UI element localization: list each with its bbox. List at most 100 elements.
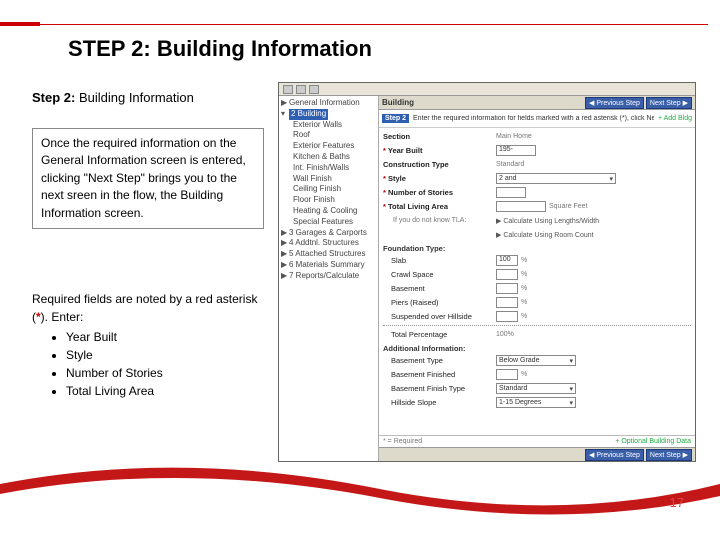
bullet-list: Year Built Style Number of Stories Total… xyxy=(32,328,264,400)
tree-leaf[interactable]: Exterior Walls xyxy=(281,120,376,131)
piers-pct-input[interactable] xyxy=(496,297,518,308)
pct-label: % xyxy=(521,285,527,292)
app-screenshot: ▶General Information ▾2 Building Exterio… xyxy=(278,82,696,462)
basement-finished-input[interactable] xyxy=(496,369,518,380)
subtitle-bold: Step 2: xyxy=(32,90,75,105)
next-step-button[interactable]: Next Step ▶ xyxy=(646,97,692,109)
label-slab: Slab xyxy=(383,256,493,265)
toolbar-icon[interactable] xyxy=(283,85,293,94)
tree-leaf[interactable]: Wall Finish xyxy=(281,174,376,185)
basement-type-select[interactable]: Below Grade xyxy=(496,355,576,366)
slab-pct-input[interactable]: 100 xyxy=(496,255,518,266)
tree-node-reports[interactable]: ▶7 Reports/Calculate xyxy=(281,271,376,282)
calc-room-link[interactable]: ▶ Calculate Using Room Count xyxy=(496,231,594,239)
foundation-heading: Foundation Type: xyxy=(383,244,691,253)
description-text: Once the required information on the Gen… xyxy=(41,136,246,220)
step-instruction: Enter the required information for field… xyxy=(413,115,654,122)
slide-subtitle: Step 2: Building Information xyxy=(32,90,194,105)
tree-leaf[interactable]: Ceiling Finish xyxy=(281,184,376,195)
crawl-pct-input[interactable] xyxy=(496,269,518,280)
pct-label: % xyxy=(521,271,527,278)
add-building-link[interactable]: + Add Bldg xyxy=(658,115,692,122)
footer-swoosh xyxy=(0,454,720,540)
list-item: Total Living Area xyxy=(66,382,264,400)
pct-label: % xyxy=(521,371,527,378)
label-piers: Piers (Raised) xyxy=(383,298,493,307)
tree-leaf[interactable]: Special Features xyxy=(281,217,376,228)
required-note: * = Required xyxy=(383,438,422,445)
label-construction: Construction Type xyxy=(383,160,493,169)
accent-bar xyxy=(0,22,40,26)
tree-node-garages[interactable]: ▶3 Garages & Carports xyxy=(281,228,376,239)
tree-leaf[interactable]: Roof xyxy=(281,130,376,141)
required-intro-post: ). Enter: xyxy=(41,310,84,324)
label-suspended: Suspended over Hillside xyxy=(383,312,493,321)
label-crawl: Crawl Space xyxy=(383,270,493,279)
previous-step-button[interactable]: ◀ Previous Step xyxy=(585,97,644,109)
value-section: Main Home xyxy=(496,133,532,140)
label-basement: Basement xyxy=(383,284,493,293)
sqft-label: Square Feet xyxy=(549,203,588,210)
label-hillside: Hillside Slope xyxy=(383,398,493,407)
app-toolbar xyxy=(279,83,695,96)
tree-node-general[interactable]: ▶General Information xyxy=(281,98,376,109)
tree-leaf[interactable]: Kitchen & Baths xyxy=(281,152,376,163)
tree-node-attached[interactable]: ▶5 Attached Structures xyxy=(281,249,376,260)
previous-step-button-bottom[interactable]: ◀ Previous Step xyxy=(585,449,644,461)
list-item: Style xyxy=(66,346,264,364)
suspended-pct-input[interactable] xyxy=(496,311,518,322)
tree-node-addtnl[interactable]: ▶4 Addtnl. Structures xyxy=(281,238,376,249)
form-footer: * = Required + Optional Building Data xyxy=(379,435,695,447)
tla-input[interactable] xyxy=(496,201,546,212)
pct-label: % xyxy=(521,313,527,320)
step-banner: Step 2 Enter the required information fo… xyxy=(379,110,695,128)
page-number: 17 xyxy=(670,495,684,510)
basement-pct-input[interactable] xyxy=(496,283,518,294)
label-bsmt-fin-type: Basement Finish Type xyxy=(383,384,493,393)
label-total-pct: Total Percentage xyxy=(383,330,493,339)
tree-node-materials[interactable]: ▶6 Materials Summary xyxy=(281,260,376,271)
accent-line xyxy=(40,24,708,25)
app-body: ▶General Information ▾2 Building Exterio… xyxy=(279,96,695,461)
additional-heading: Additional Information: xyxy=(383,344,691,353)
style-select[interactable]: 2 and xyxy=(496,173,616,184)
slide-title: STEP 2: Building Information xyxy=(68,36,372,62)
optional-data-link[interactable]: + Optional Building Data xyxy=(615,438,691,445)
tree-leaf[interactable]: Heating & Cooling xyxy=(281,206,376,217)
list-item: Year Built xyxy=(66,328,264,346)
description-box: Once the required information on the Gen… xyxy=(32,128,264,229)
label-stories: * Number of Stories xyxy=(383,188,493,197)
value-construction: Standard xyxy=(496,161,524,168)
label-bsmt-type: Basement Type xyxy=(383,356,493,365)
calc-lw-link[interactable]: ▶ Calculate Using Lengths/Width xyxy=(496,217,599,225)
pct-label: % xyxy=(521,257,527,264)
list-item: Number of Stories xyxy=(66,364,264,382)
label-tla: * Total Living Area xyxy=(383,202,493,211)
panel-title: Building xyxy=(382,98,414,107)
label-year: * Year Built xyxy=(383,146,493,155)
label-style: * Style xyxy=(383,174,493,183)
year-built-input[interactable]: 195- xyxy=(496,145,536,156)
form-area: SectionMain Home * Year Built195- Constr… xyxy=(379,128,695,435)
app-main: Building ◀ Previous Step Next Step ▶ Ste… xyxy=(379,96,695,461)
tree-leaf[interactable]: Exterior Features xyxy=(281,141,376,152)
stories-input[interactable] xyxy=(496,187,526,198)
label-section: Section xyxy=(383,132,493,141)
hillside-slope-select[interactable]: 1-15 Degrees xyxy=(496,397,576,408)
value-total-pct: 100% xyxy=(496,331,514,338)
basement-finish-type-select[interactable]: Standard xyxy=(496,383,576,394)
nav-tree: ▶General Information ▾2 Building Exterio… xyxy=(279,96,379,461)
subtitle-rest: Building Information xyxy=(75,90,194,105)
panel-footer: ◀ Previous Step Next Step ▶ xyxy=(379,447,695,461)
tla-hint: If you do not know TLA: xyxy=(383,217,493,224)
step-badge: Step 2 xyxy=(382,114,409,123)
panel-header: Building ◀ Previous Step Next Step ▶ xyxy=(379,96,695,110)
tree-leaf[interactable]: Floor Finish xyxy=(281,195,376,206)
tree-node-building[interactable]: ▾2 Building xyxy=(281,109,376,120)
next-step-button-bottom[interactable]: Next Step ▶ xyxy=(646,449,692,461)
pct-label: % xyxy=(521,299,527,306)
toolbar-icon[interactable] xyxy=(309,85,319,94)
label-bsmt-fin: Basement Finished xyxy=(383,370,493,379)
toolbar-icon[interactable] xyxy=(296,85,306,94)
tree-leaf[interactable]: Int. Finish/Walls xyxy=(281,163,376,174)
